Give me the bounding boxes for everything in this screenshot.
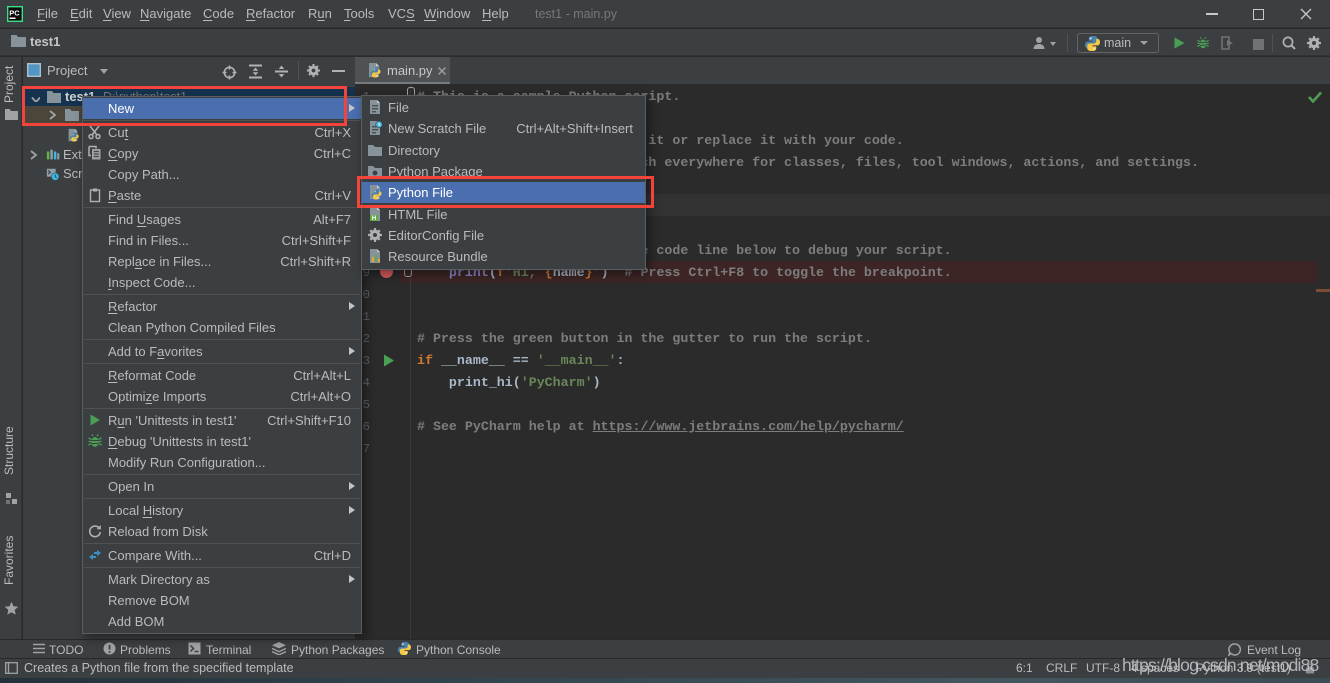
svg-text:H: H: [372, 216, 376, 222]
svg-text:PC: PC: [9, 9, 20, 18]
